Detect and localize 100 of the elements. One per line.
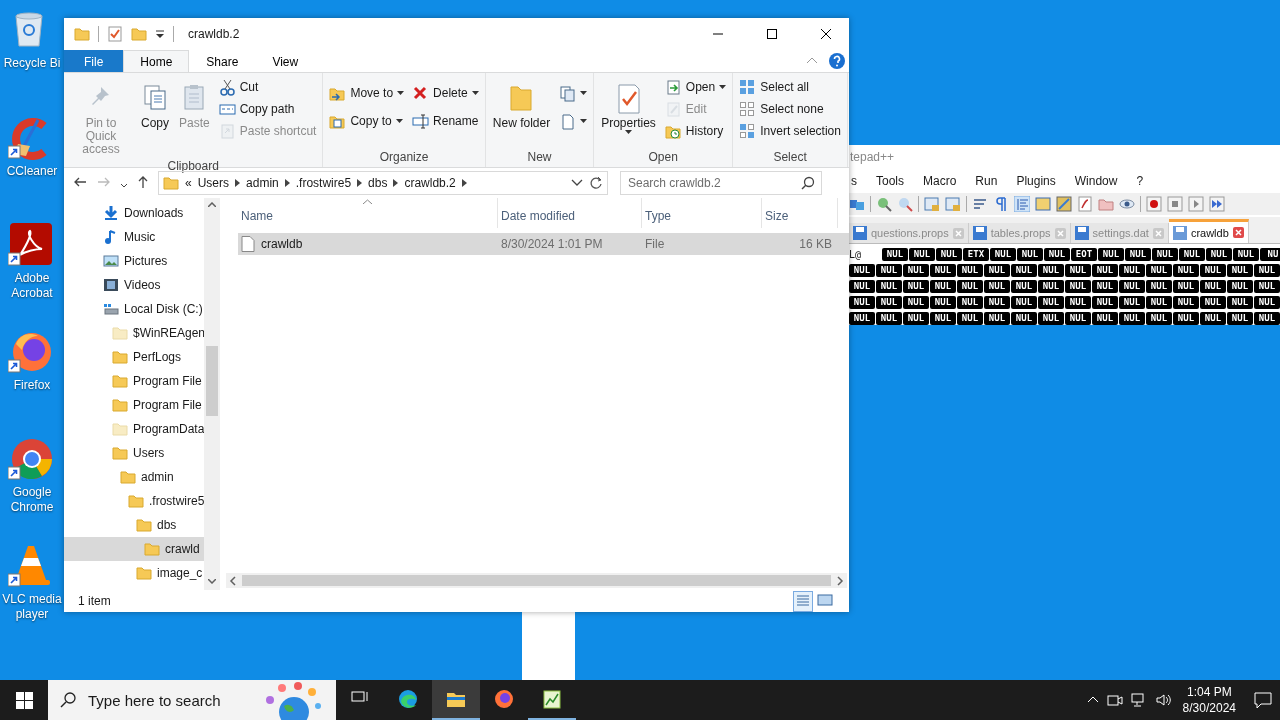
camera-icon[interactable]: [1106, 692, 1123, 708]
zoom-in-icon[interactable]: [876, 196, 892, 212]
ribbon-button[interactable]: Invert selection: [737, 121, 843, 141]
scroll-up-icon[interactable]: [208, 202, 216, 207]
menu-item[interactable]: Window: [1072, 174, 1120, 188]
chevron-down-icon[interactable]: [571, 179, 583, 187]
menu-item[interactable]: Plugins: [1014, 174, 1058, 188]
clock[interactable]: 1:04 PM 8/30/2024: [1182, 684, 1236, 716]
select-all-icon: [739, 78, 757, 96]
ribbon-button[interactable]: Move to: [327, 83, 407, 103]
refresh-icon[interactable]: [589, 176, 603, 190]
ribbon-button[interactable]: New folder: [489, 77, 554, 132]
column-header[interactable]: Type: [642, 198, 762, 228]
eye-icon[interactable]: [1119, 196, 1135, 212]
desktop-icon-label[interactable]: Adobe Acrobat: [0, 271, 64, 301]
breadcrumb[interactable]: crawldb.2: [404, 176, 456, 190]
function-list-icon[interactable]: [1077, 196, 1093, 212]
ribbon-button[interactable]: Open: [662, 77, 729, 97]
details-view-button[interactable]: [793, 590, 813, 612]
nav-item[interactable]: Videos: [64, 273, 204, 297]
ribbon-button[interactable]: Copy path: [216, 99, 319, 119]
ribbon-button[interactable]: Delete: [410, 83, 481, 103]
menu-item[interactable]: Tools: [874, 174, 906, 188]
menu-item[interactable]: s: [849, 174, 859, 188]
ribbon-button[interactable]: Copy to: [327, 111, 407, 131]
breadcrumb-overflow[interactable]: «: [185, 176, 192, 190]
nav-item[interactable]: image_c: [64, 561, 204, 585]
zoom-out-icon[interactable]: [897, 196, 913, 212]
play-icon[interactable]: [1188, 196, 1204, 212]
checklist-icon[interactable]: [107, 26, 123, 42]
wrap-icon[interactable]: [972, 196, 988, 212]
ribbon-button[interactable]: Select all: [737, 77, 843, 97]
control-char: NUL: [876, 295, 902, 309]
table-cell: 8/30/2024 1:01 PM: [501, 237, 603, 251]
taskbar-app[interactable]: [432, 680, 480, 720]
search-field[interactable]: Search crawldb.2: [620, 171, 822, 195]
ribbon-tab[interactable]: Share: [189, 50, 256, 72]
ribbon-button[interactable]: Cut: [216, 77, 319, 97]
column-header[interactable]: Date modified: [498, 198, 642, 228]
ribbon-tab[interactable]: File: [64, 50, 124, 72]
desktop-icon-label[interactable]: CCleaner: [0, 164, 64, 179]
close-icon[interactable]: [1232, 227, 1244, 238]
nav-item[interactable]: Downloads: [64, 201, 204, 225]
control-char: NUL: [1173, 311, 1199, 325]
breadcrumb[interactable]: .frostwire5: [295, 176, 352, 190]
network-icon[interactable]: [1130, 692, 1147, 708]
ribbon-button[interactable]: Select none: [737, 99, 843, 119]
nav-item[interactable]: Program File: [64, 393, 204, 417]
nav-item[interactable]: Program File: [64, 369, 204, 393]
nav-item[interactable]: dbs: [64, 513, 204, 537]
scrollbar-thumb[interactable]: [242, 575, 831, 586]
control-char: NUL: [1065, 311, 1091, 325]
chevron-right-icon: [357, 179, 363, 187]
nav-item[interactable]: Local Disk (C:): [64, 297, 204, 321]
ribbon-button[interactable]: History: [662, 121, 729, 141]
ribbon-tab[interactable]: Home: [123, 50, 190, 72]
nav-item[interactable]: Users: [64, 441, 204, 465]
chevron-right-icon: [461, 179, 467, 187]
file-row[interactable]: crawldb 8/30/2024 1:01 PM File 16 KB: [238, 233, 849, 255]
nav-item[interactable]: Music: [64, 225, 204, 249]
help-icon[interactable]: [829, 50, 845, 72]
breadcrumb[interactable]: admin: [246, 176, 279, 190]
window-icon[interactable]: [1035, 196, 1051, 212]
breadcrumb[interactable]: Users: [197, 176, 230, 190]
column-header[interactable]: Name: [238, 198, 498, 228]
stop-icon[interactable]: [1167, 196, 1183, 212]
ribbon-button[interactable]: Properties: [598, 77, 659, 136]
ribbon-tab[interactable]: View: [255, 50, 316, 72]
control-char: NUL: [1119, 311, 1145, 325]
nav-item[interactable]: crawld: [64, 537, 204, 561]
breadcrumb[interactable]: dbs: [368, 176, 388, 190]
ribbon-button[interactable]: [557, 83, 590, 103]
editor-tab[interactable]: crawldb: [1168, 219, 1249, 243]
menu-item[interactable]: ?: [1134, 174, 1146, 188]
nav-item[interactable]: ProgramData: [64, 417, 204, 441]
pilcrow-icon[interactable]: [993, 196, 1009, 212]
nav-item[interactable]: .frostwire5: [64, 489, 204, 513]
record-icon[interactable]: [1146, 196, 1162, 212]
menu-item[interactable]: Macro: [921, 174, 959, 188]
ribbon-button[interactable]: Rename: [410, 111, 481, 131]
menu-item[interactable]: Run: [973, 174, 1000, 188]
scissors-icon: [218, 78, 236, 96]
desktop-icon-label[interactable]: VLC media player: [0, 592, 64, 622]
desktop-icon-label[interactable]: Firefox: [0, 378, 64, 393]
address-bar[interactable]: « Users admin .frostwire5 dbs crawldb.2: [158, 171, 608, 195]
scrollbar-thumb[interactable]: [206, 346, 218, 416]
fast-forward-icon[interactable]: [1209, 196, 1225, 212]
nav-item[interactable]: PerfLogs: [64, 345, 204, 369]
nav-item[interactable]: $WinREAgen: [64, 321, 204, 345]
speaker-icon[interactable]: [1154, 692, 1171, 708]
nav-item[interactable]: Pictures: [64, 249, 204, 273]
ribbon-button[interactable]: Copy: [138, 77, 172, 132]
nav-item[interactable]: admin: [64, 465, 204, 489]
desktop-icon-label[interactable]: Recycle Bi: [0, 56, 64, 71]
control-char: NUL: [1254, 295, 1280, 309]
taskbar-search-field[interactable]: Type here to search: [48, 680, 336, 720]
notification-icon[interactable]: [1254, 691, 1272, 709]
column-header[interactable]: Size: [762, 198, 838, 228]
scroll-down-icon[interactable]: [208, 579, 216, 584]
desktop-icon-label[interactable]: Google Chrome: [0, 485, 64, 515]
